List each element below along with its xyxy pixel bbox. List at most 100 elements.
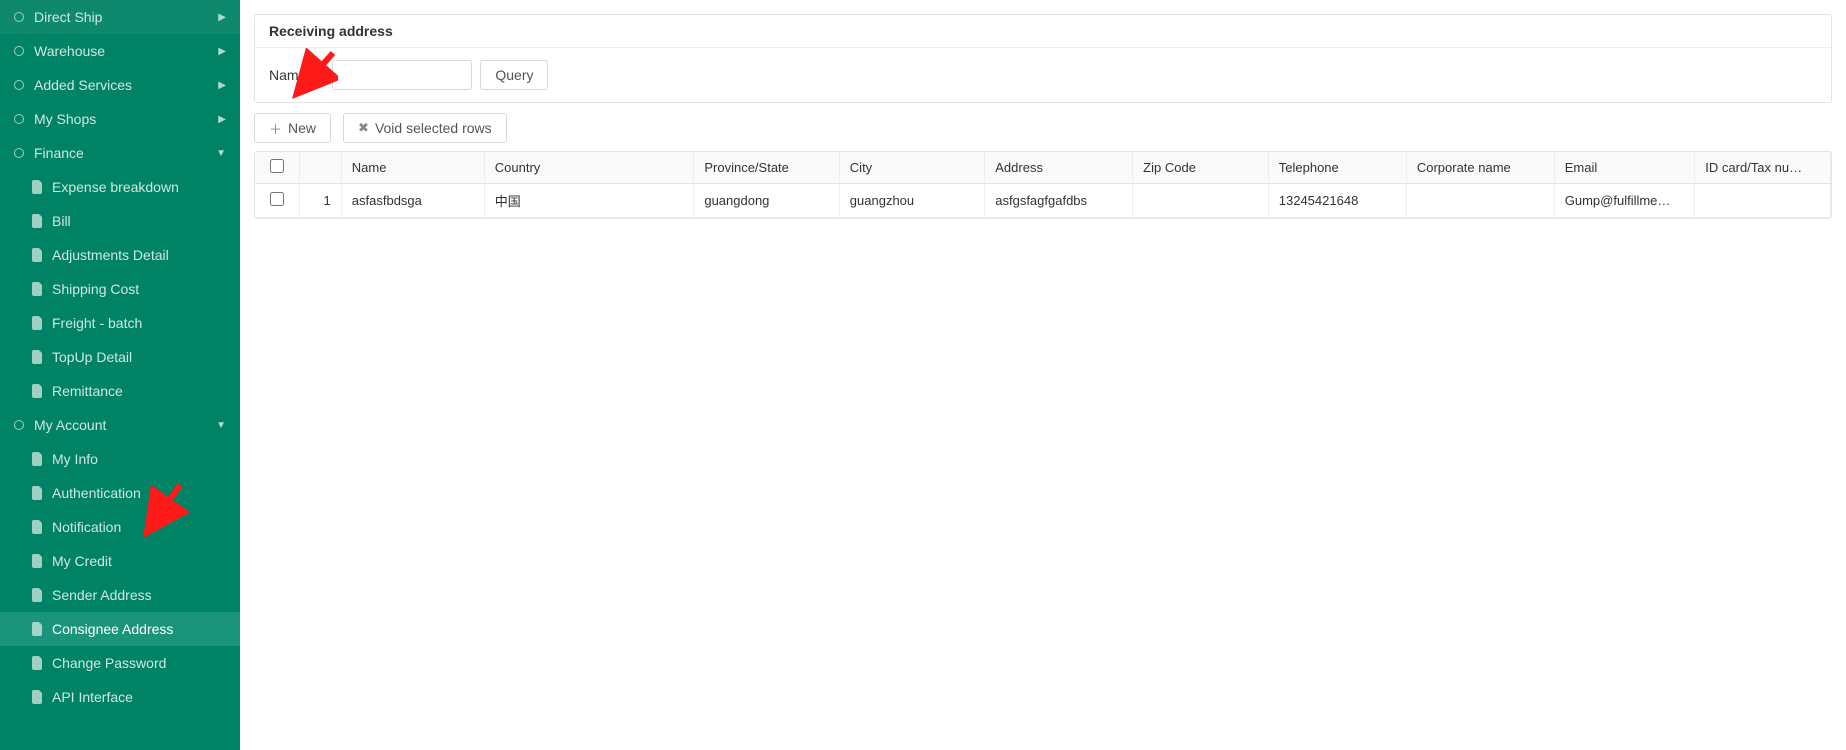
sidebar-item-label: Freight - batch [52, 315, 226, 331]
file-icon [32, 554, 44, 568]
sidebar-item-label: Remittance [52, 383, 226, 399]
circle-icon [14, 80, 24, 90]
sidebar-submenu-my-account: My Info Authentication Notification My Cred… [0, 442, 240, 714]
table-wrap: Name Country Province/State City Address… [254, 151, 1832, 219]
cell-name: asfasfbdsga [341, 184, 484, 218]
header-country[interactable]: Country [484, 152, 694, 184]
sidebar-item-label: My Info [52, 451, 226, 467]
file-icon [32, 384, 44, 398]
sidebar-item-my-info[interactable]: My Info [0, 442, 240, 476]
row-checkbox-cell [255, 184, 299, 218]
sidebar-item-consignee-address[interactable]: Consignee Address [0, 612, 240, 646]
sidebar-item-notification[interactable]: Notification [0, 510, 240, 544]
sidebar-item-label: Notification [52, 519, 226, 535]
name-label: Name： [269, 65, 320, 85]
header-name[interactable]: Name [341, 152, 484, 184]
sidebar-item-label: Finance [34, 145, 216, 161]
header-idcard[interactable]: ID card/Tax nu… [1695, 152, 1831, 184]
sidebar-item-label: Authentication [52, 485, 226, 501]
sidebar-item-remittance[interactable]: Remittance [0, 374, 240, 408]
sidebar-item-sender-address[interactable]: Sender Address [0, 578, 240, 612]
toolbar: ＋ New ✖ Void selected rows [254, 113, 1832, 143]
cell-province: guangdong [694, 184, 839, 218]
chevron-right-icon: ▶ [218, 114, 226, 125]
sidebar-item-label: TopUp Detail [52, 349, 226, 365]
sidebar-item-bill[interactable]: Bill [0, 204, 240, 238]
sidebar-item-label: Bill [52, 213, 226, 229]
cell-telephone: 13245421648 [1268, 184, 1406, 218]
sidebar-item-my-shops[interactable]: My Shops▶ [0, 102, 240, 136]
header-index [299, 152, 341, 184]
sidebar-item-label: Shipping Cost [52, 281, 226, 297]
header-telephone[interactable]: Telephone [1268, 152, 1406, 184]
chevron-right-icon: ▶ [218, 12, 226, 23]
table-row[interactable]: 1asfasfbdsga中国guangdongguangzhouasfgsfag… [255, 184, 1831, 218]
sidebar-item-topup-detail[interactable]: TopUp Detail [0, 340, 240, 374]
sidebar-item-label: API Interface [52, 689, 226, 705]
app-root: Direct Ship▶Warehouse▶Added Services▶My … [0, 0, 1846, 750]
sidebar-item-expense-breakdown[interactable]: Expense breakdown [0, 170, 240, 204]
file-icon [32, 248, 44, 262]
circle-icon [14, 420, 24, 430]
header-city[interactable]: City [839, 152, 984, 184]
search-panel: Receiving address Name： Query [254, 14, 1832, 103]
sidebar-item-adjustments-detail[interactable]: Adjustments Detail [0, 238, 240, 272]
sidebar-item-shipping-cost[interactable]: Shipping Cost [0, 272, 240, 306]
file-icon [32, 622, 44, 636]
sidebar-item-my-account[interactable]: My Account▼ [0, 408, 240, 442]
sidebar-item-label: Expense breakdown [52, 179, 226, 195]
sidebar-item-label: Direct Ship [34, 9, 218, 25]
sidebar-item-finance[interactable]: Finance▼ [0, 136, 240, 170]
void-button[interactable]: ✖ Void selected rows [343, 113, 507, 143]
panel-title: Receiving address [255, 15, 1831, 48]
header-address[interactable]: Address [985, 152, 1133, 184]
sidebar-item-direct-ship[interactable]: Direct Ship▶ [0, 0, 240, 34]
query-button-label: Query [495, 67, 533, 83]
sidebar: Direct Ship▶Warehouse▶Added Services▶My … [0, 0, 240, 750]
row-checkbox[interactable] [270, 192, 284, 206]
sidebar-item-label: Sender Address [52, 587, 226, 603]
sidebar-item-label: Added Services [34, 77, 218, 93]
main-content: Receiving address Name： Query ＋ New ✖ Vo… [240, 0, 1846, 750]
chevron-right-icon: ▶ [218, 80, 226, 91]
circle-icon [14, 12, 24, 22]
sidebar-item-label: Change Password [52, 655, 226, 671]
new-button[interactable]: ＋ New [254, 113, 331, 143]
header-checkbox-cell [255, 152, 299, 184]
select-all-checkbox[interactable] [270, 159, 284, 173]
cell-address: asfgsfagfgafdbs [985, 184, 1133, 218]
sidebar-item-label: My Account [34, 417, 216, 433]
circle-icon [14, 114, 24, 124]
table-header-row: Name Country Province/State City Address… [255, 152, 1831, 184]
sidebar-item-added-services[interactable]: Added Services▶ [0, 68, 240, 102]
file-icon [32, 690, 44, 704]
header-corporate[interactable]: Corporate name [1406, 152, 1554, 184]
sidebar-item-authentication[interactable]: Authentication [0, 476, 240, 510]
circle-icon [14, 46, 24, 56]
sidebar-item-api-interface[interactable]: API Interface [0, 680, 240, 714]
file-icon [32, 452, 44, 466]
sidebar-item-change-password[interactable]: Change Password [0, 646, 240, 680]
cell-zip [1133, 184, 1269, 218]
header-zip[interactable]: Zip Code [1133, 152, 1269, 184]
header-province[interactable]: Province/State [694, 152, 839, 184]
cell-email: Gump@fulfillme… [1554, 184, 1695, 218]
sidebar-item-my-credit[interactable]: My Credit [0, 544, 240, 578]
sidebar-item-freight-batch[interactable]: Freight - batch [0, 306, 240, 340]
address-table: Name Country Province/State City Address… [255, 152, 1831, 218]
sidebar-item-label: My Credit [52, 553, 226, 569]
name-input[interactable] [332, 60, 472, 90]
sidebar-item-warehouse[interactable]: Warehouse▶ [0, 34, 240, 68]
file-icon [32, 350, 44, 364]
query-button[interactable]: Query [480, 60, 548, 90]
file-icon [32, 588, 44, 602]
close-icon: ✖ [358, 120, 369, 136]
plus-icon: ＋ [269, 119, 282, 138]
header-email[interactable]: Email [1554, 152, 1695, 184]
circle-icon [14, 148, 24, 158]
file-icon [32, 316, 44, 330]
panel-body: Name： Query [255, 48, 1831, 102]
chevron-down-icon: ▼ [216, 148, 226, 159]
file-icon [32, 180, 44, 194]
file-icon [32, 656, 44, 670]
